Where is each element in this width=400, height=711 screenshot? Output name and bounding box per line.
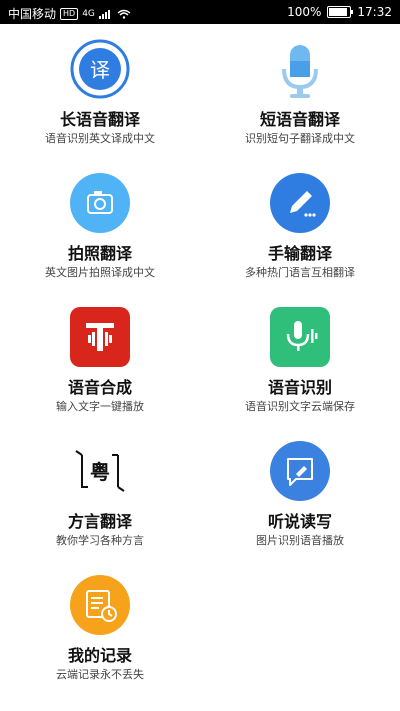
hd-badge: HD — [60, 7, 79, 20]
clock: 17:32 — [357, 5, 392, 19]
feature-title: 我的记录 — [67, 646, 132, 665]
feature-subtitle: 识别短句子翻译成中文 — [245, 132, 355, 145]
battery-percent: 100% — [287, 5, 322, 19]
feature-speech-synthesis[interactable]: 语音合成 输入文字一键播放 — [0, 292, 200, 426]
translate-icon-text: 译 — [90, 58, 110, 82]
feature-my-records[interactable]: 我的记录 云端记录永不丢失 — [0, 560, 200, 694]
feature-speech-recognition[interactable]: 语音识别 语音识别文字云端保存 — [200, 292, 400, 426]
network-type: 4G — [82, 8, 95, 19]
feature-title: 听说读写 — [267, 512, 332, 531]
bottom-edge — [0, 700, 400, 711]
feature-subtitle: 英文图片拍照译成中文 — [45, 266, 155, 279]
feature-title: 手输翻译 — [267, 244, 332, 263]
feature-title: 语音合成 — [67, 378, 132, 397]
feature-short-voice-translate[interactable]: 短语音翻译 识别短句子翻译成中文 — [200, 24, 400, 158]
record-icon — [70, 575, 130, 635]
feature-dialect-translate[interactable]: 粤 方言翻译 教你学习各种方言 — [0, 426, 200, 560]
feature-subtitle: 教你学习各种方言 — [56, 534, 144, 547]
feature-listen-speak[interactable]: 听说读写 图片识别语音播放 — [200, 426, 400, 560]
battery-icon — [327, 6, 354, 18]
dialect-icon: 粤 — [70, 441, 130, 501]
feature-subtitle: 图片识别语音播放 — [256, 534, 344, 547]
feature-subtitle: 云端记录永不丢失 — [56, 668, 144, 681]
status-bar: 中国移动 HD 4G 100% 17:32 — [0, 0, 400, 24]
tts-icon — [70, 307, 130, 367]
camera-icon — [70, 173, 130, 233]
dialect-icon-text: 粤 — [90, 460, 110, 484]
feature-long-voice-translate[interactable]: 译 长语音翻译 语音识别英文译成中文 — [0, 24, 200, 158]
feature-title: 拍照翻译 — [67, 244, 132, 263]
feature-title: 语音识别 — [267, 378, 332, 397]
voice-recognition-icon — [270, 307, 330, 367]
feature-subtitle: 语音识别文字云端保存 — [245, 400, 355, 413]
microphone-icon — [270, 39, 330, 99]
feature-subtitle: 语音识别英文译成中文 — [45, 132, 155, 145]
wifi-icon — [117, 9, 131, 19]
feature-manual-translate[interactable]: 手输翻译 多种热门语言互相翻译 — [200, 158, 400, 292]
listen-speak-icon — [270, 441, 330, 501]
feature-photo-translate[interactable]: 拍照翻译 英文图片拍照译成中文 — [0, 158, 200, 292]
pen-icon — [270, 173, 330, 233]
translate-icon: 译 — [70, 39, 130, 99]
signal-icon — [98, 9, 110, 19]
feature-title: 短语音翻译 — [259, 110, 340, 129]
feature-subtitle: 多种热门语言互相翻译 — [245, 266, 355, 279]
carrier-name: 中国移动 — [8, 7, 57, 21]
feature-title: 方言翻译 — [67, 512, 132, 531]
feature-title: 长语音翻译 — [59, 110, 140, 129]
feature-subtitle: 输入文字一键播放 — [56, 400, 144, 413]
